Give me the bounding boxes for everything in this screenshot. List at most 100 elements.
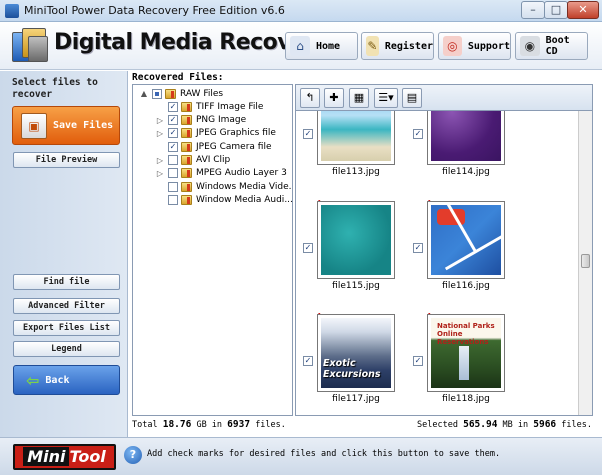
thumbnail-image (431, 111, 501, 161)
boot-cd-label: Boot CD (545, 35, 570, 57)
preview-icon[interactable]: ▤ (402, 88, 422, 108)
folder-icon (181, 128, 192, 139)
thumbnail-image-frame[interactable] (427, 201, 505, 279)
thumbnail-view-icon[interactable]: ▦ (349, 88, 369, 108)
thumbnail-image-frame[interactable]: National Parks Online Reservations (427, 314, 505, 392)
expander-icon[interactable]: ▷ (155, 156, 165, 165)
home-icon: ⌂ (290, 36, 310, 56)
scrollbar-thumb[interactable] (581, 254, 590, 268)
header: Digital Media Recovery ⌂ Home ✎ Register… (0, 22, 602, 70)
file-type-tree: ▲ RAW Files ✓ TIFF Image File ▷ ✓ PNG Image ▷ ✓ J… (132, 84, 293, 416)
tree-item[interactable]: Window Media Audi... (155, 193, 293, 206)
tree-item-label: JPEG Graphics file (196, 128, 276, 139)
thumbnail-image: Exotic Excursions (321, 318, 391, 388)
thumbnail-image-frame[interactable] (317, 201, 395, 279)
thumbnail-checkbox[interactable]: ✓ (303, 129, 313, 139)
folder-icon (181, 155, 192, 165)
thumbnail-image (321, 205, 391, 275)
folder-icon (181, 194, 192, 205)
save-files-label: Save Files (53, 120, 114, 131)
tree-checkbox[interactable]: ✓ (168, 141, 178, 152)
tree-item[interactable]: ✓ JPEG Camera file (155, 140, 272, 153)
add-icon[interactable]: ✚ (324, 88, 344, 108)
thumbnail-filename: file117.jpg (332, 394, 380, 404)
tree-checkbox[interactable] (168, 168, 178, 179)
minimize-button[interactable]: – (521, 1, 545, 19)
view-mode-dropdown-icon[interactable]: ☰▾ (374, 88, 398, 108)
register-button[interactable]: ✎ Register (361, 32, 434, 60)
thumbnail-checkbox[interactable]: ✓ (413, 356, 423, 366)
app-icon (5, 4, 19, 18)
tree-checkbox[interactable] (152, 88, 162, 99)
home-button[interactable]: ⌂ Home (285, 32, 358, 60)
support-label: Support (467, 40, 510, 52)
gallery-scrollbar[interactable] (578, 111, 592, 415)
tree-checkbox[interactable] (168, 194, 178, 205)
tree-item[interactable]: ✓ TIFF Image File (155, 100, 263, 113)
thumbnail-checkbox[interactable]: ✓ (413, 243, 423, 253)
home-label: Home (316, 40, 341, 52)
thumbnail-tile[interactable]: !National Parks Online Reservations✓file… (409, 312, 505, 406)
maximize-button[interactable]: □ (544, 1, 568, 19)
tree-item[interactable]: ▷ MPEG Audio Layer 3 (155, 167, 287, 180)
tree-item[interactable]: ▲ RAW Files (139, 87, 223, 100)
thumbnail-tile[interactable]: ✓ file114.jpg (409, 111, 505, 179)
expander-icon[interactable]: ▷ (155, 169, 165, 178)
thumbnail-tile[interactable]: !✓file115.jpg (299, 199, 395, 293)
legend-button[interactable]: Legend (13, 341, 120, 357)
thumbnail-image-frame[interactable]: Exotic Excursions (317, 314, 395, 392)
thumbnail-caption: Exotic Excursions (323, 358, 381, 380)
tree-checkbox[interactable]: ✓ (168, 115, 178, 126)
window-title: MiniTool Power Data Recovery Free Editio… (24, 4, 285, 17)
minitool-logo: Mini Tool (13, 444, 116, 470)
expander-icon[interactable]: ▲ (139, 89, 149, 98)
tree-checkbox[interactable]: ✓ (168, 101, 178, 112)
tip-text: Add check marks for desired files and cl… (147, 449, 501, 459)
select-files-label: Select files to recover (12, 77, 98, 100)
thumbnail-tile[interactable]: !Exotic Excursions✓file117.jpg (299, 312, 395, 406)
thumbnail-image-frame[interactable] (427, 111, 505, 165)
thumbnail-image-frame[interactable] (317, 111, 395, 165)
support-button[interactable]: ◎ Support (438, 32, 511, 60)
recovered-files-label: Recovered Files: (132, 72, 224, 83)
tree-item[interactable]: ▷ ✓ JPEG Graphics file (155, 127, 276, 140)
tree-item[interactable]: Windows Media Vide... (155, 180, 292, 193)
folder-icon (181, 181, 192, 192)
back-arrow-icon: ⇦ (26, 370, 40, 390)
tree-item-label: Window Media Audi... (196, 194, 293, 205)
register-icon: ✎ (366, 36, 379, 56)
save-files-icon: ▣ (21, 112, 47, 139)
folder-icon (165, 88, 176, 99)
advanced-filter-button[interactable]: Advanced Filter (13, 298, 120, 314)
expander-icon[interactable]: ▷ (155, 129, 165, 138)
help-icon[interactable]: ? (124, 446, 142, 464)
save-files-button[interactable]: ▣ Save Files (12, 106, 120, 145)
thumbnail-image: National Parks Online Reservations (431, 318, 501, 388)
thumbnail-checkbox[interactable]: ✓ (303, 243, 313, 253)
lifebuoy-icon: ◎ (443, 36, 462, 56)
back-button[interactable]: ⇦ Back (13, 365, 120, 395)
find-file-button[interactable]: Find file (13, 274, 120, 290)
thumbnail-checkbox[interactable]: ✓ (413, 129, 423, 139)
file-preview-button[interactable]: File Preview (13, 152, 120, 168)
thumbnail-tile[interactable]: !✓file116.jpg (409, 199, 505, 293)
boot-cd-button[interactable]: ◉ Boot CD (515, 32, 588, 60)
expander-icon[interactable]: ▷ (155, 116, 165, 125)
thumbnail-filename: file116.jpg (442, 281, 490, 291)
thumbnail-checkbox[interactable]: ✓ (303, 356, 313, 366)
folder-icon (181, 168, 192, 179)
tree-checkbox[interactable] (168, 181, 178, 192)
export-files-list-button[interactable]: Export Files List (13, 320, 120, 336)
title-bar: MiniTool Power Data Recovery Free Editio… (0, 0, 602, 22)
tree-checkbox[interactable]: ✓ (168, 128, 178, 139)
thumbnail-tile[interactable]: ✓ file113.jpg (299, 111, 395, 179)
thumbnail-image (431, 205, 501, 275)
thumbnail-filename: file115.jpg (332, 281, 380, 291)
tree-item[interactable]: ▷ ✓ PNG Image (155, 114, 246, 127)
bottom-bar: Mini Tool ? Add check marks for desired f… (0, 437, 602, 475)
tree-checkbox[interactable] (168, 155, 178, 165)
back-label: Back (45, 374, 70, 386)
tree-item[interactable]: ▷ AVI Clip (155, 154, 230, 167)
up-folder-icon[interactable]: ↰ (300, 88, 320, 108)
close-button[interactable]: ✕ (567, 1, 599, 19)
